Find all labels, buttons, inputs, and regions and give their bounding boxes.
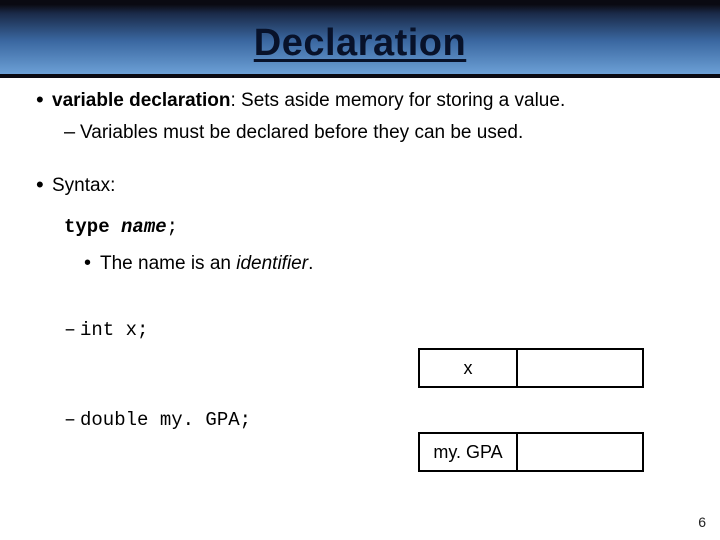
suffix: .	[308, 253, 313, 274]
rest: : Sets aside memory for storing a value.	[230, 90, 565, 111]
sub-bullet-declared-before-use: – Variables must be declared before they…	[64, 120, 694, 146]
prefix: The name is an	[100, 253, 236, 274]
code-int-x: int x;	[80, 318, 148, 344]
syntax-type: type	[64, 216, 110, 238]
spacer	[26, 205, 694, 215]
syntax-label: Syntax:	[52, 173, 115, 199]
spacer	[26, 151, 694, 173]
sub-bullet-identifier: • The name is an identifier.	[84, 251, 694, 277]
spacer	[26, 241, 694, 251]
example-int-x: – int x;	[64, 318, 694, 344]
bullet-syntax: • Syntax:	[36, 173, 694, 199]
box-value	[516, 348, 644, 388]
memory-box-x: x	[418, 348, 644, 388]
slide: Declaration • variable declaration: Sets…	[0, 0, 720, 540]
sub-text: Variables must be declared before they c…	[80, 120, 523, 146]
syntax-line: type name;	[64, 215, 694, 241]
bullet-variable-declaration: • variable declaration: Sets aside memor…	[36, 88, 694, 114]
box-label: my. GPA	[418, 432, 516, 472]
identifier-text: The name is an identifier.	[100, 251, 313, 277]
bullet-text: variable declaration: Sets aside memory …	[52, 88, 565, 114]
syntax-name: name	[121, 216, 167, 238]
term: variable declaration	[52, 90, 230, 111]
dash-icon: –	[64, 318, 80, 343]
bullet-dot-icon: •	[36, 88, 52, 112]
syntax-semi: ;	[167, 216, 178, 238]
slide-title: Declaration	[0, 22, 720, 65]
memory-box-mygpa: my. GPA	[418, 432, 644, 472]
bullet-dot-icon: •	[36, 173, 52, 197]
ident-word: identifier	[236, 253, 308, 274]
dash-icon: –	[64, 408, 80, 433]
title-band: Declaration	[0, 0, 720, 78]
example-double-mygpa: – double my. GPA;	[64, 408, 694, 434]
bullet-dot-icon: •	[84, 251, 100, 276]
box-value	[516, 432, 644, 472]
page-number: 6	[698, 514, 706, 530]
spacer	[26, 282, 694, 318]
code-double-mygpa: double my. GPA;	[80, 408, 251, 434]
box-label: x	[418, 348, 516, 388]
dash-icon: –	[64, 120, 80, 145]
